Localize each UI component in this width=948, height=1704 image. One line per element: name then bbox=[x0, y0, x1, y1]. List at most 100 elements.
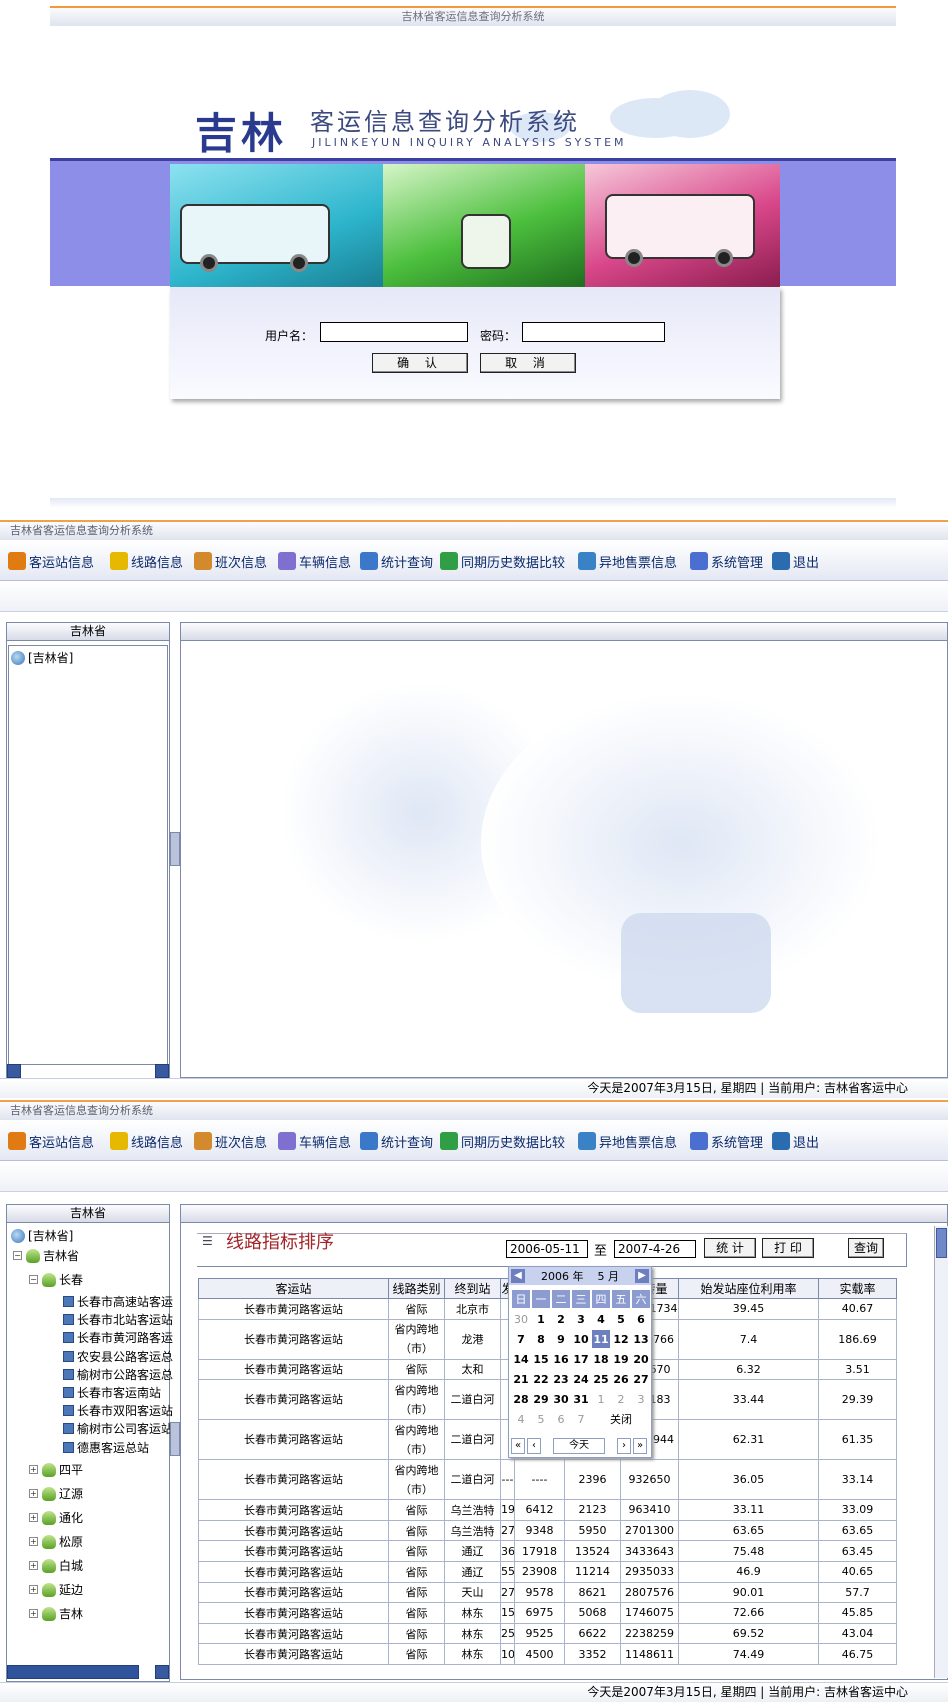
calendar-close-button[interactable]: 关闭 bbox=[591, 1409, 651, 1429]
tree-station-4[interactable]: 榆树市公路客运总 bbox=[63, 1366, 173, 1383]
report-menu-item-1[interactable]: 线路信息 bbox=[110, 1131, 183, 1151]
table-row[interactable]: 长春市黄河路客运站 省内跨地（市） 二道白河 --- ---- 2396 932650 36.… bbox=[198, 1459, 897, 1501]
calendar-day[interactable]: 4 bbox=[591, 1309, 611, 1329]
table-row[interactable]: 长春市黄河路客运站省际天山27495788621280757690.0157.7 bbox=[198, 1581, 897, 1604]
calendar-day[interactable]: 7 bbox=[571, 1409, 591, 1429]
tree-root[interactable]: [吉林省] bbox=[11, 649, 73, 666]
report-menu-item-2[interactable]: 班次信息 bbox=[194, 1131, 267, 1151]
calendar-day[interactable]: 3 bbox=[631, 1389, 651, 1409]
calendar-day[interactable]: 11 bbox=[591, 1329, 611, 1349]
calendar-day[interactable]: 2 bbox=[551, 1309, 571, 1329]
calendar-day[interactable]: 25 bbox=[591, 1369, 611, 1389]
tree-station-1[interactable]: 长春市北站客运站 bbox=[63, 1311, 173, 1328]
calendar-day[interactable]: 20 bbox=[631, 1349, 651, 1369]
confirm-button[interactable]: 确 认 bbox=[372, 353, 468, 373]
calendar-day[interactable]: 10 bbox=[571, 1329, 591, 1349]
prev-month-arrow-icon[interactable]: ◀ bbox=[511, 1269, 525, 1283]
report-menu-item-8[interactable]: 退出 bbox=[772, 1131, 819, 1151]
calendar-day[interactable]: 15 bbox=[531, 1349, 551, 1369]
panel-splitter-2[interactable] bbox=[170, 1422, 180, 1456]
table-row[interactable]: 长春市黄河路客运站省际林东25195256622223825969.5243.0… bbox=[198, 1622, 897, 1645]
report-menu-item-6[interactable]: 异地售票信息 bbox=[578, 1131, 677, 1151]
horizontal-scrollbar[interactable] bbox=[7, 1665, 139, 1679]
calendar-day[interactable]: 30 bbox=[551, 1389, 571, 1409]
menu-item-2[interactable]: 班次信息 bbox=[194, 551, 267, 571]
prev-year-icon[interactable]: « bbox=[511, 1438, 525, 1454]
expand-toggle-icon[interactable]: + bbox=[29, 1513, 38, 1522]
calendar-day[interactable]: 31 bbox=[571, 1389, 591, 1409]
calendar-day[interactable]: 16 bbox=[551, 1349, 571, 1369]
menu-item-6[interactable]: 异地售票信息 bbox=[578, 551, 677, 571]
query-button[interactable]: 查询 bbox=[848, 1238, 884, 1258]
calendar-day[interactable]: 5 bbox=[531, 1409, 551, 1429]
menu-item-0[interactable]: 客运站信息 bbox=[8, 551, 94, 571]
menu-item-1[interactable]: 线路信息 bbox=[110, 551, 183, 571]
tree-station-3[interactable]: 农安县公路客运总 bbox=[63, 1348, 173, 1365]
calendar-day[interactable]: 14 bbox=[511, 1349, 531, 1369]
tree-city-changchun[interactable]: − 长春 bbox=[29, 1271, 83, 1288]
expand-toggle-icon[interactable]: + bbox=[29, 1489, 38, 1498]
expand-toggle-icon[interactable]: − bbox=[29, 1275, 38, 1284]
tree-station-2[interactable]: 长春市黄河路客运 bbox=[63, 1329, 173, 1346]
expand-toggle-icon[interactable]: + bbox=[29, 1537, 38, 1546]
print-button[interactable]: 打 印 bbox=[762, 1238, 814, 1258]
calendar-day[interactable]: 3 bbox=[571, 1309, 591, 1329]
calendar-day[interactable]: 29 bbox=[531, 1389, 551, 1409]
vertical-scrollbar[interactable] bbox=[934, 1226, 948, 1678]
table-row[interactable]: 长春市黄河路客运站省际通辽3601791813524343364375.4863… bbox=[198, 1540, 897, 1562]
cancel-button[interactable]: 取 消 bbox=[480, 353, 576, 373]
table-row[interactable]: 长春市黄河路客运站省际通辽5562390811214293503346.940.… bbox=[198, 1560, 897, 1583]
panel-splitter[interactable] bbox=[170, 832, 180, 866]
calendar-month[interactable]: 5 bbox=[598, 1270, 605, 1283]
calendar-day[interactable]: 21 bbox=[511, 1369, 531, 1389]
report-menu-item-4[interactable]: 统计查询 bbox=[360, 1131, 433, 1151]
tree-station-7[interactable]: 榆树市公司客运站 bbox=[63, 1420, 173, 1437]
tree-station-5[interactable]: 长春市客运南站 bbox=[63, 1384, 161, 1401]
scroll-right-button-2[interactable] bbox=[155, 1665, 169, 1679]
calendar-day[interactable]: 1 bbox=[531, 1309, 551, 1329]
password-input[interactable] bbox=[522, 322, 665, 342]
tree-city-0[interactable]: + 四平 bbox=[29, 1461, 83, 1478]
tree-station-8[interactable]: 德惠客运总站 bbox=[63, 1439, 149, 1456]
menu-item-5[interactable]: 同期历史数据比较 bbox=[440, 551, 565, 571]
menu-item-4[interactable]: 统计查询 bbox=[360, 551, 433, 571]
tree-city-1[interactable]: + 辽源 bbox=[29, 1485, 83, 1502]
report-menu-item-7[interactable]: 系统管理 bbox=[690, 1131, 763, 1151]
calendar-day[interactable]: 6 bbox=[551, 1409, 571, 1429]
calendar-day[interactable]: 2 bbox=[611, 1389, 631, 1409]
tree-city-4[interactable]: + 白城 bbox=[29, 1557, 83, 1574]
next-year-icon[interactable]: » bbox=[633, 1438, 647, 1454]
tree-root[interactable]: [吉林省] bbox=[11, 1227, 73, 1244]
column-header[interactable]: 客运站 bbox=[198, 1278, 389, 1299]
calendar-day[interactable]: 8 bbox=[531, 1329, 551, 1349]
menu-item-3[interactable]: 车辆信息 bbox=[278, 551, 351, 571]
tree-station-6[interactable]: 长春市双阳客运站 bbox=[63, 1402, 173, 1419]
menu-item-7[interactable]: 系统管理 bbox=[690, 551, 763, 571]
calendar-day[interactable]: 27 bbox=[631, 1369, 651, 1389]
calendar-day[interactable]: 9 bbox=[551, 1329, 571, 1349]
date-to-input[interactable]: 2007-4-26 bbox=[614, 1240, 696, 1258]
tree-station-0[interactable]: 长春市高速站客运 bbox=[63, 1293, 173, 1310]
calendar-day[interactable]: 7 bbox=[511, 1329, 531, 1349]
stat-button[interactable]: 统 计 bbox=[704, 1238, 756, 1258]
table-row[interactable]: 长春市黄河路客运站省际乌兰浩特1966412212396341033.1133.… bbox=[198, 1499, 897, 1521]
tree-city-5[interactable]: + 延边 bbox=[29, 1581, 83, 1598]
report-menu-item-3[interactable]: 车辆信息 bbox=[278, 1131, 351, 1151]
column-header[interactable]: 线路类别 bbox=[388, 1278, 445, 1299]
table-row[interactable]: 长春市黄河路客运站省际林东15569755068174607572.6645.8… bbox=[198, 1602, 897, 1624]
calendar-day[interactable]: 18 bbox=[591, 1349, 611, 1369]
scroll-left-button[interactable] bbox=[7, 1064, 21, 1078]
column-header[interactable]: 终到站 bbox=[444, 1278, 501, 1299]
next-month-icon[interactable]: › bbox=[617, 1438, 631, 1454]
calendar-day[interactable]: 12 bbox=[611, 1329, 631, 1349]
calendar-day[interactable]: 26 bbox=[611, 1369, 631, 1389]
tree-city-3[interactable]: + 松原 bbox=[29, 1533, 83, 1550]
table-row[interactable]: 长春市黄河路客运站省际乌兰浩特27993485950270130063.6563… bbox=[198, 1519, 897, 1542]
calendar-year[interactable]: 2006 bbox=[541, 1270, 569, 1283]
today-button[interactable]: 今天 bbox=[553, 1438, 605, 1454]
prev-month-icon[interactable]: ‹ bbox=[527, 1438, 541, 1454]
calendar-day[interactable]: 6 bbox=[631, 1309, 651, 1329]
column-header[interactable]: 实载率 bbox=[818, 1278, 897, 1299]
calendar-day[interactable]: 23 bbox=[551, 1369, 571, 1389]
date-from-input[interactable]: 2006-05-11 bbox=[506, 1240, 588, 1258]
